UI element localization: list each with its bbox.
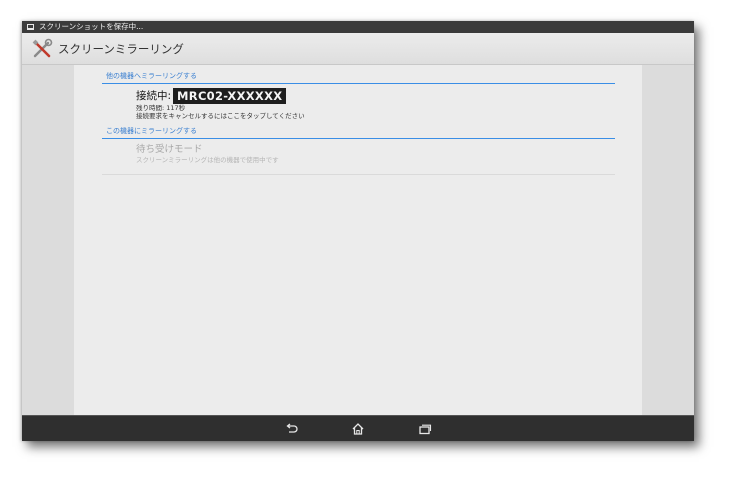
status-bar: スクリーンショットを保存中...: [22, 21, 694, 33]
connecting-label: 接続中:: [136, 90, 172, 102]
connection-status-item[interactable]: 接続中: MRC02-XXXXXX 残り時間: 117秒 接続要求をキャンセルす…: [136, 87, 606, 123]
cancel-hint-text: 接続要求をキャンセルするにはここをタップしてください: [136, 112, 305, 120]
section-header-to-this-device: この機器にミラーリングする: [102, 126, 615, 139]
home-icon[interactable]: [351, 422, 365, 436]
device-name: MRC02-XXXXXX: [173, 87, 287, 104]
standby-mode-item: 待ち受けモード スクリーンミラーリングは他の機器で使用中です: [136, 144, 606, 172]
section-header-to-other-device: 他の機器へミラーリングする: [102, 71, 615, 84]
standby-mode-title: 待ち受けモード: [136, 144, 203, 155]
tools-icon: [32, 38, 53, 57]
page-title: スクリーンミラーリング: [58, 41, 184, 56]
standby-mode-subtitle: スクリーンミラーリングは他の機器で使用中です: [136, 156, 279, 164]
screenshot-icon: [27, 24, 34, 30]
back-icon[interactable]: [285, 422, 299, 436]
tablet-screen: スクリーンショットを保存中... スクリーンミラーリング 他の機器へミラーリング…: [22, 21, 694, 441]
recent-apps-icon[interactable]: [418, 422, 432, 436]
connection-line: 接続中: MRC02-XXXXXX: [136, 87, 606, 104]
action-bar: スクリーンミラーリング: [22, 33, 694, 65]
settings-content: 他の機器へミラーリングする 接続中: MRC02-XXXXXX 残り時間: 11…: [74, 65, 642, 415]
remaining-time-text: 残り時間: 117秒: [136, 104, 186, 112]
list-divider: [102, 174, 615, 175]
navigation-bar: [22, 415, 694, 441]
status-notification-text: スクリーンショットを保存中...: [39, 22, 144, 31]
